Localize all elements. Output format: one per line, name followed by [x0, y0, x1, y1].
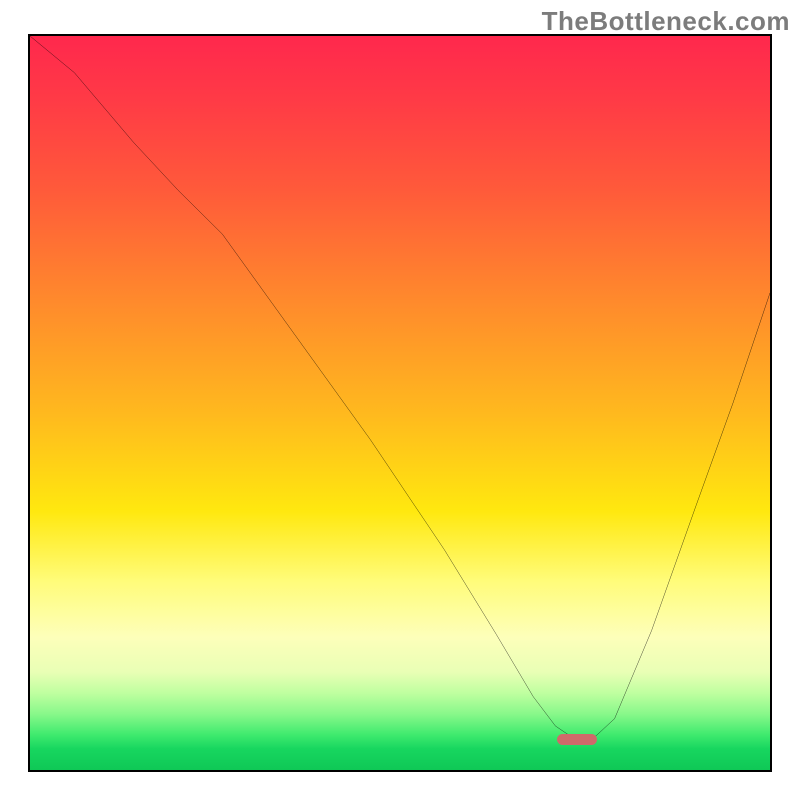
optimal-band	[30, 735, 770, 770]
optimal-marker	[557, 734, 597, 745]
watermark-text: TheBottleneck.com	[542, 6, 790, 37]
severity-gradient	[30, 36, 770, 735]
bottleneck-plot	[28, 34, 772, 772]
